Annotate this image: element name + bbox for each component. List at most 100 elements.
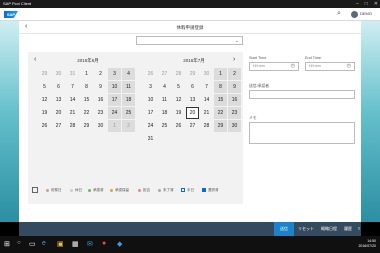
calendar-day[interactable]: 20 xyxy=(186,107,199,119)
search-icon[interactable]: ○ xyxy=(17,240,21,246)
calendar-day[interactable]: 11 xyxy=(158,94,171,106)
calendar-day[interactable]: 12 xyxy=(38,94,51,106)
calendar-day[interactable]: 30 xyxy=(200,68,213,80)
calendar-day[interactable]: 25 xyxy=(122,107,135,119)
calendar-day[interactable]: 5 xyxy=(172,81,185,93)
calendar-day[interactable]: 15 xyxy=(80,94,93,106)
calendar-day[interactable]: 28 xyxy=(172,68,185,80)
mail-icon[interactable]: ✉ xyxy=(87,240,93,248)
legend-toggle-icon[interactable] xyxy=(32,187,38,193)
calendar-day[interactable]: 31 xyxy=(144,133,157,145)
user-avatar-icon[interactable] xyxy=(351,11,358,18)
calendar-day[interactable]: 30 xyxy=(228,120,241,132)
calendar-day[interactable]: 18 xyxy=(122,94,135,106)
clock-icon[interactable]: ◷ xyxy=(291,63,295,70)
calendar-day[interactable]: 10 xyxy=(108,81,121,93)
calendar-day[interactable]: 24 xyxy=(144,120,157,132)
calendar-day[interactable]: 2 xyxy=(122,120,135,132)
calendar-day[interactable]: 3 xyxy=(144,81,157,93)
calendar-day[interactable]: 1 xyxy=(108,120,121,132)
search-icon[interactable]: ⌕ xyxy=(337,10,341,18)
calendar-day[interactable]: 26 xyxy=(144,68,157,80)
calendar-day[interactable]: 22 xyxy=(214,107,227,119)
end-time-input[interactable]: HH:mm ◷ xyxy=(305,62,355,71)
calendar-day[interactable]: 12 xyxy=(172,94,185,106)
user-name[interactable]: DEMO xyxy=(360,11,372,16)
submit-button[interactable]: 送信 xyxy=(274,222,294,236)
calendar-day[interactable]: 27 xyxy=(52,120,65,132)
leave-type-select[interactable]: ⌄ xyxy=(136,36,243,45)
calendar-day[interactable]: 21 xyxy=(66,107,79,119)
calendar-day[interactable]: 29 xyxy=(80,120,93,132)
calendar-day[interactable]: 28 xyxy=(66,120,79,132)
calendar-day[interactable]: 2 xyxy=(228,68,241,80)
calendar-day[interactable]: 17 xyxy=(108,94,121,106)
store-icon[interactable]: ▦ xyxy=(72,240,79,248)
calendar-day[interactable]: 11 xyxy=(122,81,135,93)
windows-start-icon[interactable]: ⊞ xyxy=(4,240,10,248)
calendar-day[interactable]: 18 xyxy=(158,107,171,119)
calendar-day[interactable]: 29 xyxy=(186,68,199,80)
manager-input[interactable] xyxy=(249,90,355,99)
calendar-day[interactable]: 14 xyxy=(66,94,79,106)
calendar-day[interactable]: 26 xyxy=(38,120,51,132)
close-button[interactable]: ✕ xyxy=(374,1,378,7)
calendar-day[interactable]: 9 xyxy=(94,81,107,93)
calendar-day[interactable]: 15 xyxy=(214,94,227,106)
prev-month-arrow-icon[interactable]: ‹ xyxy=(34,56,36,63)
calendar-day[interactable]: 20 xyxy=(52,107,65,119)
calendar-day[interactable]: 23 xyxy=(94,107,107,119)
calendar-day[interactable]: 2 xyxy=(94,68,107,80)
calendar-day[interactable]: 16 xyxy=(228,94,241,106)
calendar-day[interactable]: 7 xyxy=(66,81,79,93)
start-time-input[interactable]: HH:mm ◷ xyxy=(249,62,299,71)
note-textarea[interactable] xyxy=(249,122,355,144)
app-icon[interactable]: ◆ xyxy=(117,240,122,248)
calendar-day[interactable]: 16 xyxy=(94,94,107,106)
calendar-day[interactable]: 19 xyxy=(172,107,185,119)
calendar-day[interactable]: 1 xyxy=(214,68,227,80)
calendar-day[interactable]: 3 xyxy=(108,68,121,80)
calendar-day[interactable]: 31 xyxy=(66,68,79,80)
calendar-day[interactable]: 21 xyxy=(200,107,213,119)
calendar-day[interactable]: 1 xyxy=(80,68,93,80)
calendar-day[interactable]: 6 xyxy=(52,81,65,93)
calendar-day[interactable]: 30 xyxy=(52,68,65,80)
file-explorer-icon[interactable]: ▣ xyxy=(57,240,64,248)
calendar-day[interactable]: 13 xyxy=(52,94,65,106)
calendar-day[interactable]: 14 xyxy=(200,94,213,106)
edge-icon[interactable]: e xyxy=(42,240,46,247)
clock-icon[interactable]: ◷ xyxy=(347,63,351,70)
calendar-day[interactable]: 22 xyxy=(80,107,93,119)
calendar-day[interactable]: 27 xyxy=(186,120,199,132)
calendar-day[interactable]: 8 xyxy=(80,81,93,93)
overview-button[interactable]: 概略日程 xyxy=(317,222,341,236)
calendar-day[interactable]: 4 xyxy=(122,68,135,80)
calendar-day[interactable]: 24 xyxy=(108,107,121,119)
calendar-day[interactable]: 4 xyxy=(158,81,171,93)
history-button[interactable]: 履歴 xyxy=(341,222,355,236)
calendar-day[interactable]: 8 xyxy=(214,81,227,93)
calendar-day[interactable]: 17 xyxy=(144,107,157,119)
calendar-day[interactable]: 29 xyxy=(38,68,51,80)
calendar-day[interactable]: 5 xyxy=(38,81,51,93)
calendar-day[interactable]: 19 xyxy=(38,107,51,119)
calendar-day[interactable]: 7 xyxy=(200,81,213,93)
calendar-day[interactable]: 10 xyxy=(144,94,157,106)
minimize-button[interactable]: – xyxy=(356,1,359,7)
calendar-day[interactable]: 23 xyxy=(228,107,241,119)
calendar-day[interactable]: 28 xyxy=(200,120,213,132)
calendar-day[interactable]: 6 xyxy=(186,81,199,93)
calendar-day[interactable]: 13 xyxy=(186,94,199,106)
maximize-button[interactable]: □ xyxy=(365,1,368,7)
calendar-day[interactable]: 9 xyxy=(228,81,241,93)
task-view-icon[interactable]: ▭ xyxy=(29,240,36,248)
app-icon[interactable]: ● xyxy=(102,240,106,247)
calendar-day[interactable]: 26 xyxy=(172,120,185,132)
share-icon[interactable]: ⇪ xyxy=(357,222,361,236)
calendar-day[interactable]: 29 xyxy=(214,120,227,132)
calendar-day[interactable]: 30 xyxy=(94,120,107,132)
calendar-day[interactable]: 27 xyxy=(158,68,171,80)
calendar-day[interactable]: 25 xyxy=(158,120,171,132)
clock[interactable]: 14:50 2016/07/20 xyxy=(358,239,376,249)
